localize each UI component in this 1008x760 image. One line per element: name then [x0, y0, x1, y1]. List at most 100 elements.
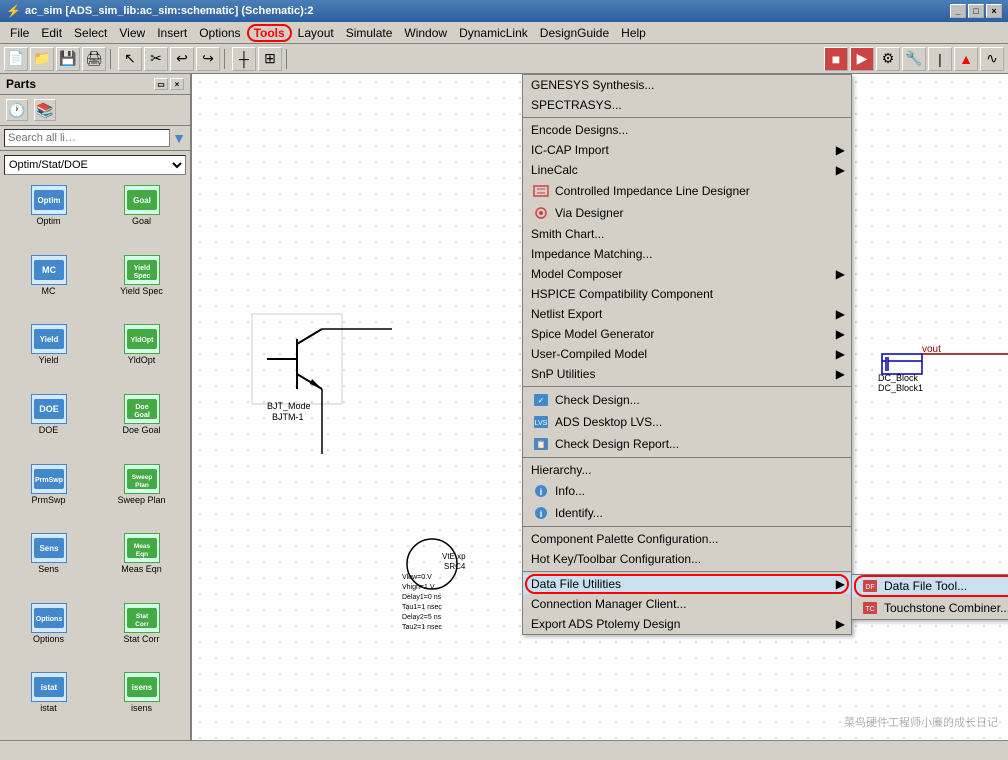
new-button[interactable]: 📄	[4, 47, 28, 71]
data-file-submenu: DF Data File Tool... TC Touchstone Combi…	[851, 574, 1008, 620]
wave-btn[interactable]: ∿	[980, 47, 1004, 71]
menu-tools[interactable]: Tools	[247, 24, 292, 42]
ptolemy-arrow: ▶	[836, 617, 845, 631]
menu-identify[interactable]: i Identify...	[523, 502, 851, 524]
menu-via-designer[interactable]: Via Designer	[523, 202, 851, 224]
comp-prm-swp[interactable]: PrmSwp PrmSwp	[4, 462, 93, 528]
menu-encode-designs[interactable]: Encode Designs...	[523, 120, 851, 140]
save-button[interactable]: 💾	[56, 47, 80, 71]
menu-data-file-utilities[interactable]: Data File Utilities ▶ DF Data File Tool.…	[523, 574, 851, 594]
menu-ads-lvs[interactable]: LVS ADS Desktop LVS...	[523, 411, 851, 433]
filter-icon[interactable]: ▼	[172, 130, 186, 146]
search-input[interactable]	[4, 129, 170, 147]
menu-simulate[interactable]: Simulate	[340, 24, 399, 42]
menu-check-report[interactable]: 📋 Check Design Report...	[523, 433, 851, 455]
parts-restore-button[interactable]: ▭	[154, 78, 168, 90]
menu-cild[interactable]: Controlled Impedance Line Designer	[523, 180, 851, 202]
comp-sens[interactable]: Sens Sens	[4, 531, 93, 597]
menu-spice-model[interactable]: Spice Model Generator ▶	[523, 324, 851, 344]
wire-button[interactable]: ┼	[232, 47, 256, 71]
identify-icon: i	[531, 505, 551, 521]
menu-model-composer[interactable]: Model Composer ▶	[523, 264, 851, 284]
comp-optim[interactable]: Optim Optim	[4, 183, 93, 249]
menu-file[interactable]: File	[4, 24, 35, 42]
menu-hspice[interactable]: HSPICE Compatibility Component	[523, 284, 851, 304]
cut-button[interactable]: ✂	[144, 47, 168, 71]
menu-layout[interactable]: Layout	[292, 24, 340, 42]
menu-user-compiled[interactable]: User-Compiled Model ▶	[523, 344, 851, 364]
menu-touchstone-combiner[interactable]: TC Touchstone Combiner...	[852, 597, 1008, 619]
library-icon-btn[interactable]: 📚	[34, 99, 56, 121]
menu-hierarchy[interactable]: Hierarchy...	[523, 460, 851, 480]
menu-hotkey-config[interactable]: Hot Key/Toolbar Configuration...	[523, 549, 851, 569]
menu-dynamiclink[interactable]: DynamicLink	[453, 24, 534, 42]
comp-goal[interactable]: Goal Goal	[97, 183, 186, 249]
tools-btn2[interactable]: 🔧	[902, 47, 926, 71]
menu-insert[interactable]: Insert	[151, 24, 193, 42]
menu-options[interactable]: Options	[193, 24, 246, 42]
undo-button[interactable]: ↩	[170, 47, 194, 71]
tools-btn3[interactable]: |	[928, 47, 952, 71]
stop-button[interactable]: ■	[824, 47, 848, 71]
menu-netlist-export[interactable]: Netlist Export ▶	[523, 304, 851, 324]
maximize-button[interactable]: □	[968, 4, 984, 18]
comp-mc[interactable]: MC MC	[4, 253, 93, 319]
comp-doe-label: DOE	[39, 425, 59, 435]
menu-palette-config[interactable]: Component Palette Configuration...	[523, 529, 851, 549]
comp-doe[interactable]: DOE DOE	[4, 392, 93, 458]
main-area: Parts ▭ × 🕐 📚 ▼ Optim/Stat/DOE Opt	[0, 74, 1008, 740]
open-button[interactable]: 📁	[30, 47, 54, 71]
menu-window[interactable]: Window	[398, 24, 453, 42]
menu-check-design[interactable]: ✓ Check Design...	[523, 389, 851, 411]
menu-data-file-tool[interactable]: DF Data File Tool...	[852, 575, 1008, 597]
menu-snp[interactable]: SnP Utilities ▶	[523, 364, 851, 384]
menu-impedance-matching[interactable]: Impedance Matching...	[523, 244, 851, 264]
comp-sens-label: Sens	[38, 564, 59, 574]
comp-istat[interactable]: istat istat	[4, 670, 93, 736]
menu-info[interactable]: i Info...	[523, 480, 851, 502]
redo-button[interactable]: ↪	[196, 47, 220, 71]
menu-linecalc[interactable]: LineCalc ▶	[523, 160, 851, 180]
comp-sweep-plan[interactable]: Sweep Plan Sweep Plan	[97, 462, 186, 528]
menu-hierarchy-label: Hierarchy...	[531, 463, 591, 477]
category-select[interactable]: Optim/Stat/DOE	[4, 155, 186, 175]
toolbar: 📄 📁 💾 🖨 ↖ ✂ ↩ ↪ ┼ ⊞ ■ ▶ ⚙ 🔧 | ▲ ∿	[0, 44, 1008, 74]
menu-iccap-import[interactable]: IC-CAP Import ▶	[523, 140, 851, 160]
history-icon-btn[interactable]: 🕐	[6, 99, 28, 121]
menu-smith-chart[interactable]: Smith Chart...	[523, 224, 851, 244]
print-button[interactable]: 🖨	[82, 47, 106, 71]
schematic-area[interactable]: BJT_Mode BJTM-1 DC_Block DC_Block1 vout	[192, 74, 1008, 740]
menu-genesys[interactable]: GENESYS Synthesis...	[523, 75, 851, 95]
menu-designguide[interactable]: DesignGuide	[534, 24, 615, 42]
menu-data-file-tool-label: Data File Tool...	[884, 579, 967, 593]
comp-yield-label: Yield	[39, 355, 59, 365]
menu-select[interactable]: Select	[68, 24, 113, 42]
menu-view[interactable]: View	[113, 24, 151, 42]
comp-stat-corr[interactable]: Stat Corr Stat Corr	[97, 601, 186, 667]
comp-doe-goal[interactable]: Doe Goal Doe Goal	[97, 392, 186, 458]
app-icon: ⚡	[6, 4, 21, 18]
menu-spectrasys[interactable]: SPECTRASYS...	[523, 95, 851, 115]
menu-connection-manager[interactable]: Connection Manager Client...	[523, 594, 851, 614]
tools-btn1[interactable]: ⚙	[876, 47, 900, 71]
menu-help[interactable]: Help	[615, 24, 652, 42]
svg-text:TC: TC	[865, 606, 874, 613]
comp-yldopt[interactable]: YldOpt YldOpt	[97, 322, 186, 388]
menu-export-ptolemy[interactable]: Export ADS Ptolemy Design ▶	[523, 614, 851, 634]
menu-edit[interactable]: Edit	[35, 24, 68, 42]
comp-meas-eqn[interactable]: Meas Eqn Meas Eqn	[97, 531, 186, 597]
up-arrow-btn[interactable]: ▲	[954, 47, 978, 71]
comp-options[interactable]: Options Options	[4, 601, 93, 667]
minimize-button[interactable]: _	[950, 4, 966, 18]
parts-close-button[interactable]: ×	[170, 78, 184, 90]
sep2	[523, 386, 851, 387]
simulate-button[interactable]: ▶	[850, 47, 874, 71]
menu-user-label: User-Compiled Model	[531, 347, 647, 361]
component-button[interactable]: ⊞	[258, 47, 282, 71]
parts-title: Parts	[6, 77, 36, 91]
close-button[interactable]: ×	[986, 4, 1002, 18]
select-button[interactable]: ↖	[118, 47, 142, 71]
comp-yield-spec[interactable]: Yield Spec Yield Spec	[97, 253, 186, 319]
comp-isens[interactable]: isens isens	[97, 670, 186, 736]
comp-yield[interactable]: Yield Yield	[4, 322, 93, 388]
